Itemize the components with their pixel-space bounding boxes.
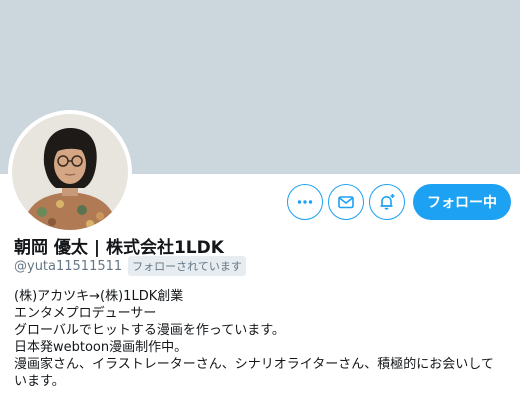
following-button[interactable]: フォロー中 [413,184,511,220]
envelope-icon [338,196,354,209]
handle-row: @yuta11511511 フォローされています [14,256,246,276]
profile-handle: @yuta11511511 [14,258,123,274]
message-button[interactable] [328,184,364,220]
profile-display-name: 朝岡 優太 | 株式会社1LDK [14,238,224,258]
bio-line: エンタメプロデューサー [14,306,157,321]
bio-line: 漫画家さん、イラストレーターさん、シナリオライターさん、積極的にお会いして [14,357,494,372]
profile-actions: フォロー中 [0,184,520,220]
bell-plus-icon [380,194,395,210]
profile-bio: (株)アカツキ→(株)1LDK創業 エンタメプロデューサー グローバルでヒットす… [14,288,510,390]
profile-page: フォロー中 朝岡 優太 | 株式会社1LDK @yuta11511511 フォロ… [0,0,520,393]
bio-line: グローバルでヒットする漫画を作っています。 [14,323,285,338]
more-button[interactable] [287,184,323,220]
bio-line: います。 [14,374,65,389]
bio-line: (株)アカツキ→(株)1LDK創業 [14,289,184,304]
notify-button[interactable] [369,184,405,220]
more-horizontal-icon [297,200,313,204]
bio-line: 日本発webtoon漫画制作中。 [14,340,188,355]
follows-you-badge: フォローされています [128,256,246,276]
